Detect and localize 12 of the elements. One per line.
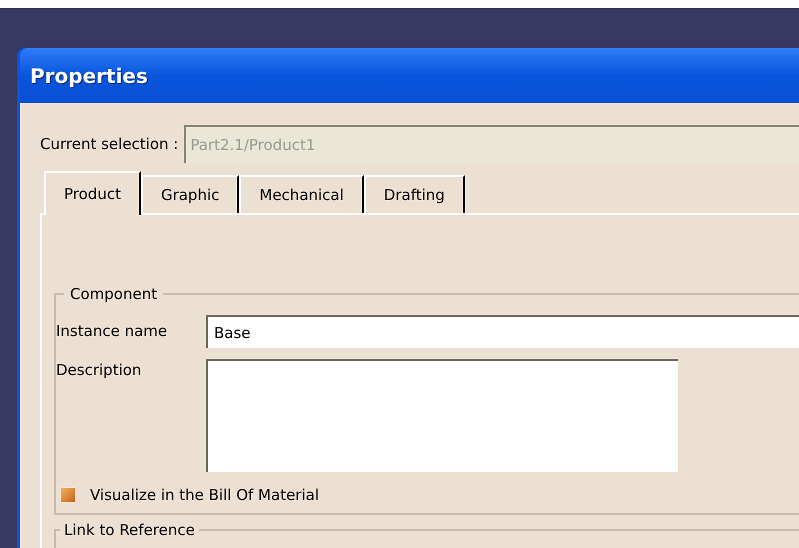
field-label: Description: [56, 360, 142, 381]
field-label: Current selection :: [40, 134, 178, 155]
tab[interactable]: Graphic: [140, 175, 240, 213]
instance-name-field[interactable]: Base: [206, 315, 799, 348]
field-label: Instance name: [56, 321, 168, 342]
checkbox[interactable]: [60, 487, 76, 504]
tab[interactable]: Drafting: [364, 175, 465, 213]
tab[interactable]: Product: [44, 171, 141, 215]
window-title: Properties: [30, 62, 148, 90]
checkbox-label: Visualize in the Bill Of Material: [90, 485, 319, 506]
tab[interactable]: Mechanical: [239, 175, 364, 213]
description-field[interactable]: [206, 359, 678, 472]
